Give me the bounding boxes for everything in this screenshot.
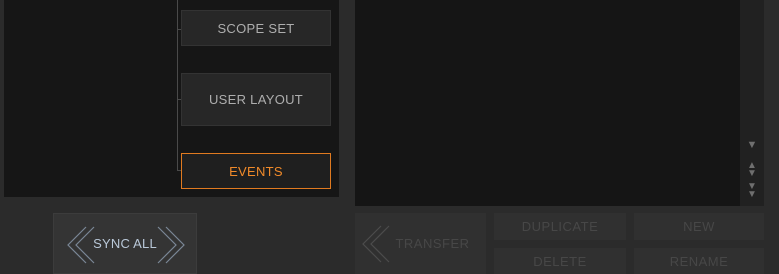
new-button[interactable]: NEW (634, 213, 764, 240)
window-edge (764, 0, 779, 274)
event-list-panel[interactable] (355, 0, 740, 206)
tree-item-user-layout[interactable]: USER LAYOUT (181, 73, 331, 126)
delete-label: DELETE (533, 253, 587, 269)
triangle-down-icon[interactable]: ▼ (740, 139, 764, 151)
duplicate-button[interactable]: DUPLICATE (494, 213, 626, 240)
tree-item-scope-set[interactable]: SCOPE SET (181, 10, 331, 46)
tree-connector-vertical (177, 0, 178, 170)
transfer-button[interactable]: TRANSFER (355, 213, 486, 274)
rename-label: RENAME (669, 253, 729, 269)
new-label: NEW (683, 219, 715, 234)
tree-item-label: USER LAYOUT (208, 92, 304, 107)
list-scrollbar[interactable]: ▼ ▲ ▼ ▼ ▼ (740, 0, 764, 206)
panel-divider (339, 0, 353, 274)
double-arrow-down-icon[interactable]: ▼ ▼ (740, 182, 764, 200)
transfer-chevrons-icon (362, 225, 390, 263)
duplicate-label: DUPLICATE (521, 219, 599, 234)
transfer-label: TRANSFER (395, 236, 470, 251)
layout-tree-panel: SCOPE SET USER LAYOUT EVENTS (4, 0, 339, 197)
tree-item-label: SCOPE SET (217, 20, 295, 36)
sync-all-button[interactable]: SYNC ALL (53, 213, 197, 274)
delete-button[interactable]: DELETE (494, 248, 626, 274)
double-arrow-updown-icon[interactable]: ▲ ▼ (740, 161, 764, 179)
rename-button[interactable]: RENAME (634, 248, 764, 274)
tree-item-label: EVENTS (229, 163, 283, 179)
tree-item-events[interactable]: EVENTS (181, 153, 331, 189)
sync-all-label: SYNC ALL (93, 236, 157, 251)
